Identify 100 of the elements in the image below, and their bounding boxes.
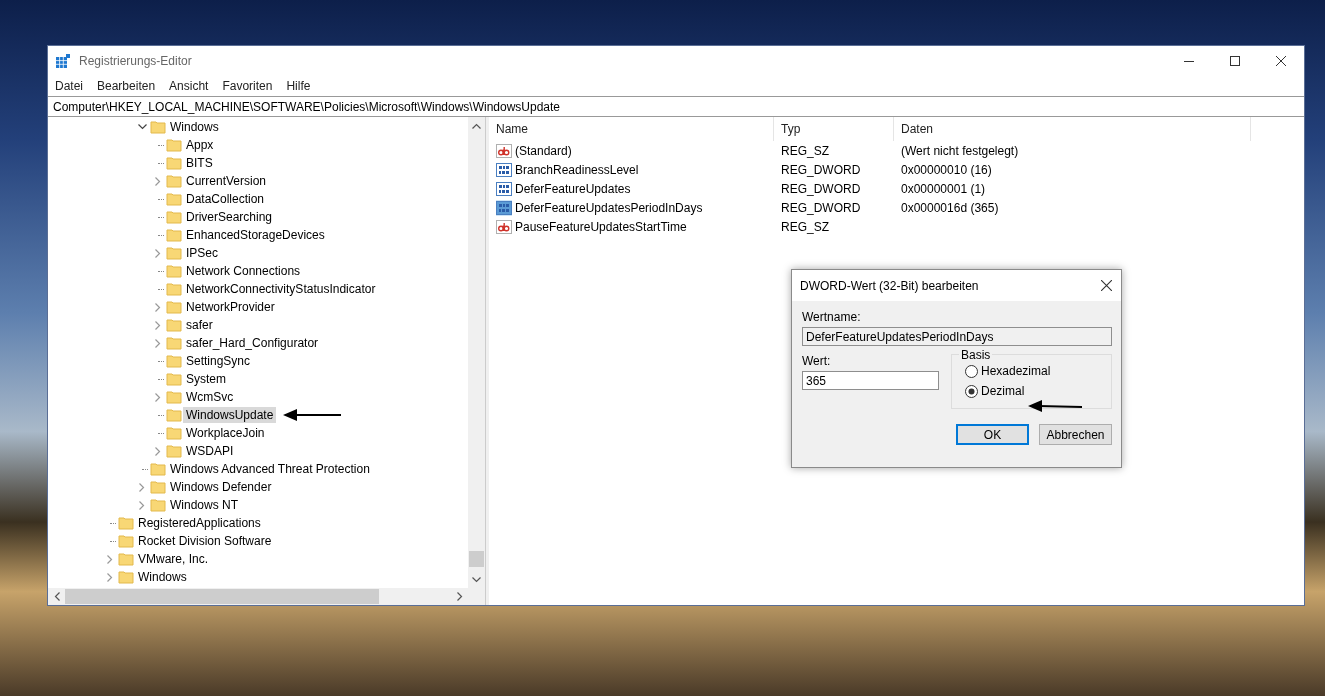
arrow-annotation [283, 409, 342, 421]
chevron-right-icon[interactable] [107, 554, 113, 564]
tree-item[interactable]: Windows NT [167, 497, 241, 513]
scroll-up-icon[interactable] [472, 122, 481, 129]
tree-item[interactable]: Windows Defender [167, 479, 275, 495]
folder-icon [166, 389, 182, 405]
value-type: REG_SZ [781, 219, 829, 234]
value-type: REG_SZ [781, 143, 829, 158]
folder-icon [166, 209, 182, 225]
folder-icon [166, 425, 182, 441]
tree-item[interactable]: BITS [183, 155, 216, 171]
folder-icon [118, 569, 134, 585]
column-header[interactable]: Name [489, 117, 774, 141]
tree-item[interactable]: Rocket Division Software [135, 533, 275, 549]
folder-icon [166, 335, 182, 351]
tree-item[interactable]: Windows Advanced Threat Protection [167, 461, 373, 477]
tree-item[interactable]: System [183, 371, 229, 387]
menu-item[interactable]: Favoriten [215, 79, 280, 93]
maximize-icon [1230, 56, 1240, 66]
value-data: (Wert nicht festgelegt) [901, 143, 1019, 158]
tree-item[interactable]: safer_Hard_Configurator [183, 335, 322, 351]
tree-item[interactable]: SettingSync [183, 353, 254, 369]
field-label: Wert: [802, 354, 832, 368]
chevron-right-icon[interactable] [107, 572, 113, 582]
folder-icon [150, 461, 166, 477]
address-field[interactable]: Computer\HKEY_LOCAL_MACHINE\SOFTWARE\Policies\Microsoft\Windows\WindowsUpdate [48, 96, 1304, 117]
folder-icon [166, 317, 182, 333]
dialog-button[interactable]: OK [956, 424, 1029, 445]
tree-item[interactable]: IPSec [183, 245, 221, 261]
scroll-thumb[interactable] [469, 551, 484, 567]
value-name-field: DeferFeatureUpdatesPeriodInDays [802, 327, 1112, 346]
field-label: Wertname: [802, 310, 862, 324]
folder-icon [166, 227, 182, 243]
folder-icon [166, 281, 182, 297]
radio-button[interactable] [965, 364, 978, 378]
chevron-right-icon[interactable] [155, 338, 161, 348]
folder-icon [166, 443, 182, 459]
tree-item[interactable]: DataCollection [183, 191, 268, 207]
folder-icon [166, 407, 182, 423]
folder-icon [166, 155, 182, 171]
chevron-right-icon[interactable] [155, 392, 161, 402]
folder-icon [166, 137, 182, 153]
tree-item[interactable]: EnhancedStorageDevices [183, 227, 328, 243]
value-data: 0x0000016d (365) [901, 200, 999, 215]
value-type: REG_DWORD [781, 181, 861, 196]
menu-item[interactable]: Datei [48, 79, 90, 93]
scroll-left-icon[interactable] [53, 592, 60, 601]
chevron-right-icon[interactable] [155, 176, 161, 186]
folder-icon [166, 245, 182, 261]
value-data: 0x00000001 (1) [901, 181, 986, 196]
radio-label[interactable]: Dezimal [981, 384, 1025, 398]
menu-item[interactable]: Bearbeiten [90, 79, 163, 93]
horizontal-scrollbar[interactable] [48, 588, 485, 605]
tree-item[interactable]: Windows [167, 119, 222, 135]
dialog-button[interactable]: Abbrechen [1039, 424, 1112, 445]
tree-item[interactable]: NetworkConnectivityStatusIndicator [183, 281, 379, 297]
folder-icon [166, 353, 182, 369]
tree-item[interactable]: Network Connections [183, 263, 304, 279]
tree-item[interactable]: VMware, Inc. [135, 551, 212, 567]
tree-item[interactable]: WindowsUpdate [183, 407, 277, 423]
folder-icon [150, 119, 166, 135]
tree-item[interactable]: WSDAPI [183, 443, 237, 459]
registry-cubes-icon [55, 53, 71, 69]
scroll-right-icon[interactable] [456, 592, 463, 601]
value-input-field[interactable]: 365 [802, 371, 939, 390]
menu-item[interactable]: Hilfe [279, 79, 318, 93]
folder-icon [150, 497, 166, 513]
value-name[interactable]: BranchReadinessLevel [515, 162, 639, 177]
tree-item[interactable]: DriverSearching [183, 209, 276, 225]
value-name[interactable]: DeferFeatureUpdatesPeriodInDays [515, 200, 703, 215]
scroll-down-icon[interactable] [472, 576, 481, 583]
tree-item[interactable]: Windows [135, 569, 190, 585]
value-data: 0x00000010 (16) [901, 162, 992, 177]
folder-icon [166, 371, 182, 387]
tree-item[interactable]: WorkplaceJoin [183, 425, 268, 441]
tree-item[interactable]: safer [183, 317, 216, 333]
chevron-right-icon[interactable] [139, 482, 145, 492]
scroll-thumb[interactable] [65, 589, 379, 604]
chevron-down-icon[interactable] [137, 124, 147, 130]
chevron-right-icon[interactable] [155, 248, 161, 258]
value-name[interactable]: DeferFeatureUpdates [515, 181, 631, 196]
chevron-right-icon[interactable] [155, 302, 161, 312]
menu-item[interactable]: Ansicht [162, 79, 216, 93]
chevron-right-icon[interactable] [155, 320, 161, 330]
column-header[interactable]: Daten [894, 117, 1251, 141]
chevron-right-icon[interactable] [139, 500, 145, 510]
radio-button[interactable] [965, 384, 978, 398]
minimize-icon [1184, 60, 1194, 62]
arrow-annotation [1028, 400, 1083, 412]
tree-item[interactable]: Appx [183, 137, 217, 153]
tree-item[interactable]: RegisteredApplications [135, 515, 264, 531]
chevron-right-icon[interactable] [155, 446, 161, 456]
column-header[interactable]: Typ [774, 117, 894, 141]
vertical-scrollbar[interactable] [468, 117, 485, 588]
value-name[interactable]: (Standard) [515, 143, 572, 158]
tree-item[interactable]: WcmSvc [183, 389, 237, 405]
radio-label[interactable]: Hexadezimal [981, 364, 1051, 378]
tree-item[interactable]: NetworkProvider [183, 299, 278, 315]
value-name[interactable]: PauseFeatureUpdatesStartTime [515, 219, 687, 234]
tree-item[interactable]: CurrentVersion [183, 173, 270, 189]
